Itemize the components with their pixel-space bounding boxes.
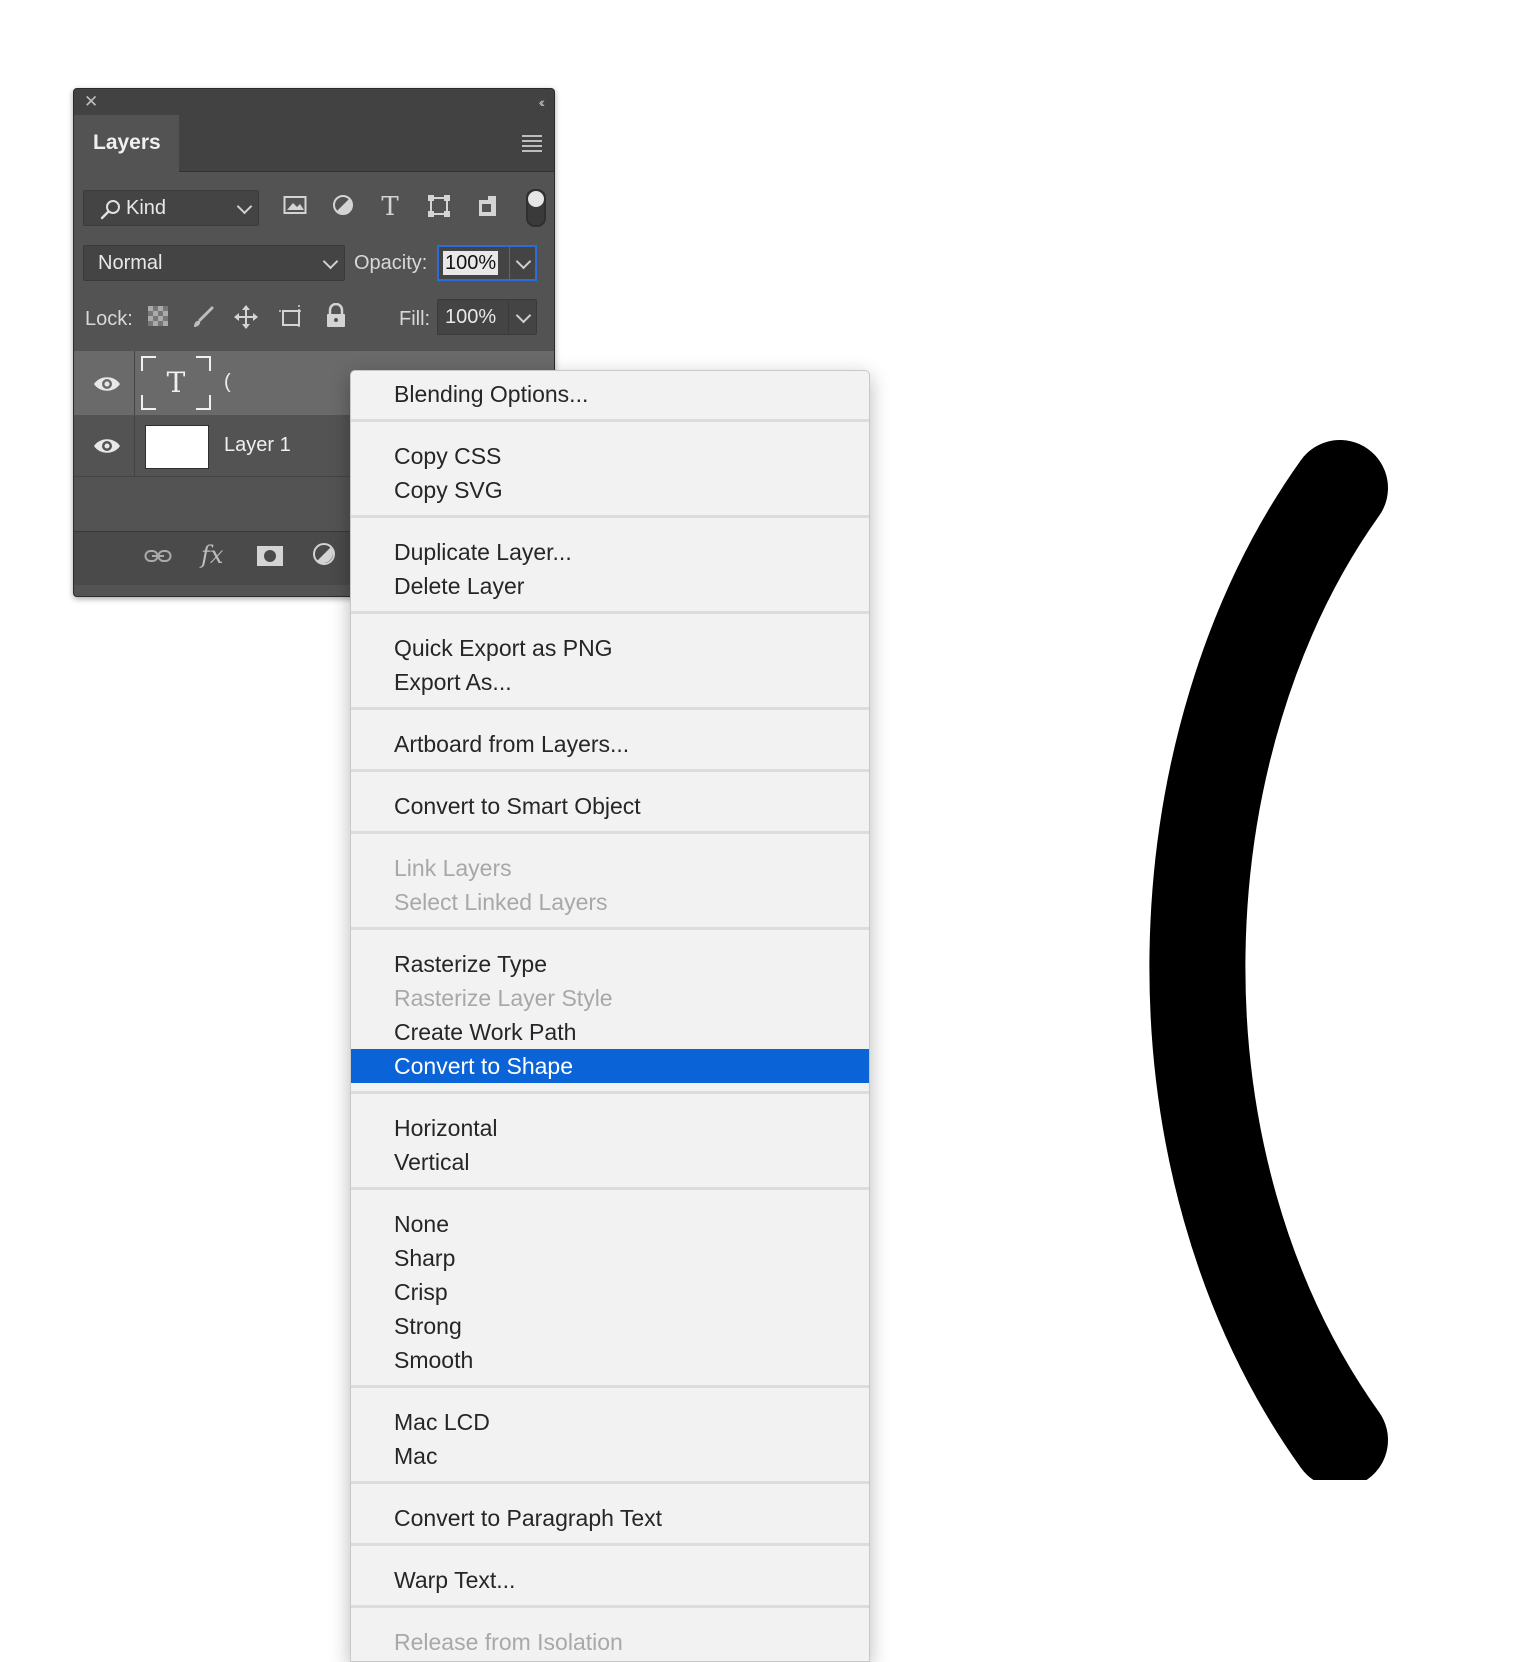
eye-visibility-icon[interactable] xyxy=(92,369,122,399)
lock-transparent-pixels-icon[interactable] xyxy=(143,305,173,334)
search-icon xyxy=(100,200,120,220)
lock-artboard-icon[interactable] xyxy=(276,304,306,337)
menu-item-convert-to-smart-object[interactable]: Convert to Smart Object xyxy=(351,789,869,823)
lock-all-icon[interactable] xyxy=(321,302,351,336)
menu-item-copy-svg[interactable]: Copy SVG xyxy=(351,473,869,507)
close-icon[interactable]: ✕ xyxy=(84,92,98,112)
filter-pixel-icon[interactable] xyxy=(280,194,310,223)
menu-item-warp-text[interactable]: Warp Text... xyxy=(351,1563,869,1597)
menu-item-quick-export-as-png[interactable]: Quick Export as PNG xyxy=(351,631,869,665)
svg-text:T: T xyxy=(167,366,186,399)
layer-name-text: ( xyxy=(224,371,231,393)
filter-type-icon[interactable]: T xyxy=(375,193,405,221)
menu-item-convert-to-paragraph-text[interactable]: Convert to Paragraph Text xyxy=(351,1501,869,1535)
layer-name-layer-1: Layer 1 xyxy=(224,434,291,456)
chevron-down-icon xyxy=(236,198,253,215)
mask-icon[interactable] xyxy=(257,544,283,574)
opacity-label: Opacity: xyxy=(354,252,428,274)
menu-item-copy-css[interactable]: Copy CSS xyxy=(351,439,869,473)
menu-separator xyxy=(351,515,869,518)
menu-item-export-as[interactable]: Export As... xyxy=(351,665,869,699)
menu-separator xyxy=(351,927,869,930)
menu-item-duplicate-layer[interactable]: Duplicate Layer... xyxy=(351,535,869,569)
adjustment-icon[interactable] xyxy=(312,542,336,574)
lock-label: Lock: xyxy=(85,308,133,330)
filter-adjustment-icon[interactable] xyxy=(328,194,358,223)
layer-context-menu: Blending Options... Copy CSS Copy SVG Dupli… xyxy=(350,370,870,1662)
fill-field[interactable]: 100% xyxy=(437,299,537,335)
menu-item-rasterize-type[interactable]: Rasterize Type xyxy=(351,947,869,981)
menu-item-vertical[interactable]: Vertical xyxy=(351,1145,869,1179)
menu-item-select-linked-layers: Select Linked Layers xyxy=(394,889,608,915)
menu-item-crisp[interactable]: Crisp xyxy=(351,1275,869,1309)
blend-mode-select[interactable]: Normal xyxy=(83,245,345,281)
menu-item-create-work-path[interactable]: Create Work Path xyxy=(351,1015,869,1049)
panel-menu-icon[interactable] xyxy=(522,135,542,155)
chevron-down-icon xyxy=(322,253,339,270)
menu-separator xyxy=(351,707,869,710)
menu-separator xyxy=(351,419,869,422)
lock-image-pixels-brush-icon[interactable] xyxy=(188,305,218,336)
chevron-down-icon xyxy=(515,253,532,270)
filter-toggle-switch[interactable] xyxy=(526,189,546,227)
collapse-icon[interactable]: ‹‹ xyxy=(539,92,546,112)
menu-separator xyxy=(351,1385,869,1388)
opacity-field[interactable]: 100% xyxy=(437,245,537,281)
menu-separator xyxy=(351,611,869,614)
tab-layers[interactable]: Layers xyxy=(74,115,179,172)
menu-item-none[interactable]: None xyxy=(351,1207,869,1241)
menu-item-blending-options[interactable]: Blending Options... xyxy=(351,377,869,411)
panel-tab-row: Layers xyxy=(74,115,554,172)
chevron-down-icon xyxy=(515,307,532,324)
panel-titlebar: ✕ ‹‹ xyxy=(74,89,554,115)
fill-dropdown-button[interactable] xyxy=(508,300,537,334)
lock-position-move-icon[interactable] xyxy=(231,304,261,337)
blend-mode-value: Normal xyxy=(98,252,163,274)
menu-separator xyxy=(351,769,869,772)
menu-item-release-from-isolation: Release from Isolation xyxy=(394,1629,623,1655)
menu-item-mac-lcd[interactable]: Mac LCD xyxy=(351,1405,869,1439)
menu-separator xyxy=(351,1543,869,1546)
filter-smart-object-icon[interactable] xyxy=(472,194,502,225)
fx-icon[interactable]: fx xyxy=(201,540,223,570)
fill-label: Fill: xyxy=(399,308,431,330)
menu-separator xyxy=(351,1605,869,1608)
menu-item-artboard-from-layers[interactable]: Artboard from Layers... xyxy=(351,727,869,761)
menu-separator xyxy=(351,1091,869,1094)
menu-item-mac[interactable]: Mac xyxy=(351,1439,869,1473)
canvas-parenthesis-glyph xyxy=(1149,440,1388,1480)
menu-item-rasterize-layer-style: Rasterize Layer Style xyxy=(394,985,613,1011)
link-icon[interactable] xyxy=(144,544,172,574)
menu-separator xyxy=(351,1187,869,1190)
filter-kind-select[interactable]: Kind xyxy=(83,190,259,226)
filter-toggle-knob xyxy=(528,191,544,207)
menu-item-convert-to-shape[interactable]: Convert to Shape xyxy=(351,1049,869,1083)
menu-item-horizontal[interactable]: Horizontal xyxy=(351,1111,869,1145)
menu-item-delete-layer[interactable]: Delete Layer xyxy=(351,569,869,603)
filter-shape-icon[interactable] xyxy=(424,194,454,225)
text-layer-thumbnail-icon: T xyxy=(141,356,211,410)
opacity-dropdown-button[interactable] xyxy=(509,247,536,279)
opacity-input[interactable]: 100% xyxy=(443,251,499,275)
eye-visibility-icon[interactable] xyxy=(92,431,122,461)
layer-thumbnail xyxy=(145,425,209,469)
menu-separator xyxy=(351,831,869,834)
menu-item-link-layers: Link Layers xyxy=(394,855,512,881)
menu-separator xyxy=(351,1481,869,1484)
menu-item-smooth[interactable]: Smooth xyxy=(351,1343,869,1377)
menu-item-sharp[interactable]: Sharp xyxy=(351,1241,869,1275)
filter-kind-label: Kind xyxy=(126,197,167,219)
fill-input[interactable]: 100% xyxy=(445,300,496,334)
menu-item-strong[interactable]: Strong xyxy=(351,1309,869,1343)
